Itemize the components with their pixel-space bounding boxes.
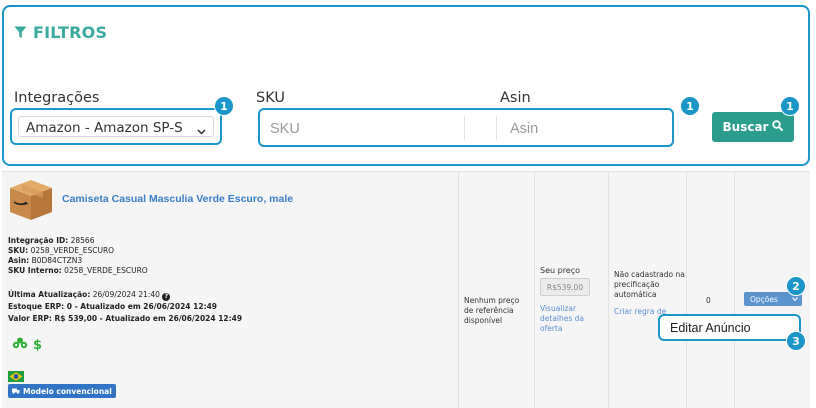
product-sku: SKU: 0258_VERDE_ESCURO [8,246,115,255]
reference-price-text: Nenhum preço de referência disponível [464,296,520,325]
field-divider [496,116,497,140]
sku-label: SKU [256,90,285,106]
pricing-status-text: Não cadastrado na precificação automátic… [614,270,685,299]
product-title-link[interactable]: Camiseta Casual Masculia Verde Escuro, m… [62,193,293,205]
link-nodes-icon [12,336,28,354]
estoque-erp: Estoque ERP: 0 - Atualizado em 26/06/202… [8,302,218,311]
options-dropdown: Editar Anúncio [658,314,801,341]
filters-heading: FILTROS [14,23,107,42]
cell-divider [458,172,459,408]
filters-title: FILTROS [33,23,108,42]
edit-listing-menu-item[interactable]: Editar Anúncio [670,321,751,335]
integracoes-selected-value: Amazon - Amazon SP-S [26,120,183,136]
integration-id: Integração ID: 28566 [8,236,95,245]
step-marker-1: 1 [214,96,234,116]
asin-label: Asin [500,90,531,106]
cell-divider [534,172,535,408]
page: FILTROS Integrações SKU Asin Amazon - Am… [0,0,816,408]
search-button-label: Buscar [722,120,769,134]
step-marker-1: 1 [680,96,700,116]
truck-icon [12,387,20,396]
count-value: 0 [706,296,711,305]
cell-divider [686,172,687,408]
your-price-label: Seu preço [540,266,581,275]
product-row: Camiseta Casual Masculia Verde Escuro, m… [2,171,810,408]
valor-erp: Valor ERP: R$ 539,00 - Atualizado em 26/… [8,314,243,323]
step-marker-2: 2 [786,276,806,296]
step-marker-1: 1 [780,96,800,116]
sku-input[interactable] [270,116,460,141]
sku-asin-fields [258,108,674,147]
last-update: Última Atualização: 26/09/2024 21:40 ? [8,290,171,301]
brazil-flag-icon [8,369,24,382]
product-box-icon [8,178,54,222]
cell-divider [608,172,609,408]
integracoes-label: Integrações [14,90,100,106]
integracoes-select[interactable]: Amazon - Amazon SP-S [10,108,222,145]
search-icon [772,120,784,134]
cell-divider [734,172,735,408]
status-icons: $ [12,336,42,354]
your-price-field: R$539.00 [540,278,590,296]
field-divider [464,116,465,140]
search-button[interactable]: Buscar [712,112,794,142]
dollar-icon: $ [33,337,43,353]
question-icon: ? [162,293,171,301]
product-asin: Asin: B0D84CTZN3 [8,256,83,265]
caret-down-icon [792,295,798,304]
filter-icon [14,26,27,39]
product-sku-interno: SKU Interno: 0258_VERDE_ESCURO [8,266,148,275]
chevron-down-icon [197,122,206,140]
asin-input[interactable] [510,116,660,141]
offer-details-link[interactable]: Visualizar detalhes da oferta [540,304,600,334]
listing-type-badge: Modelo convencional [8,384,116,398]
step-marker-3: 3 [786,331,806,351]
